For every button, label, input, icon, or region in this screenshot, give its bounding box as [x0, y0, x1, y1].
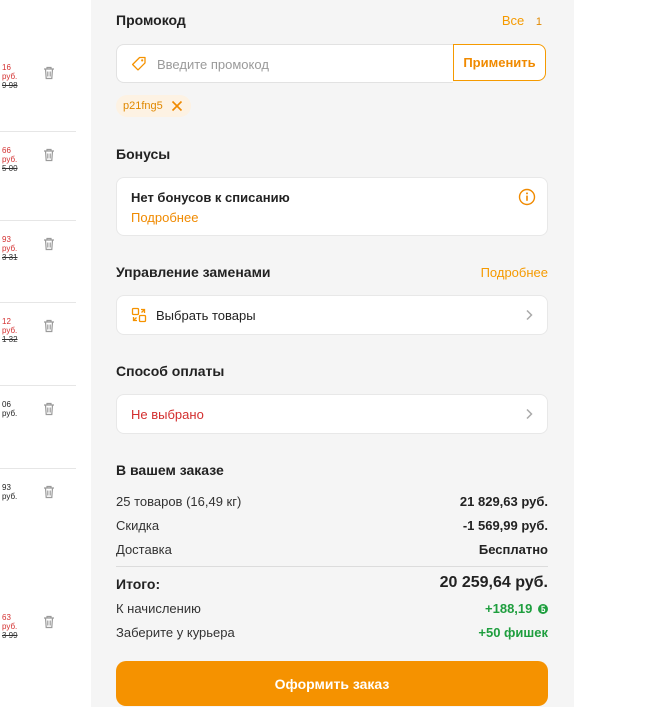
select-items-label: Выбрать товары	[156, 308, 256, 323]
payment-title: Способ оплаты	[116, 363, 225, 379]
summary-items-label: 25 товаров (16,49 кг)	[116, 494, 242, 509]
item-price-new: 16	[2, 63, 11, 72]
bonuses-status: Нет бонусов к списанию	[131, 190, 290, 205]
item-price: 93 руб.	[2, 483, 17, 501]
tag-icon	[131, 56, 146, 71]
summary-delivery-label: Доставка	[116, 542, 172, 557]
summary-divider	[116, 566, 548, 567]
info-icon[interactable]	[518, 188, 536, 206]
item-price-old: 5 00	[2, 164, 18, 173]
bonuses-card: Нет бонусов к списанию Подробнее	[116, 177, 548, 236]
bonus-coin-icon	[538, 604, 548, 614]
cart-item: 66 руб. 5 00	[0, 132, 76, 221]
item-price-old: 3 99	[2, 631, 18, 640]
item-price-unit: руб.	[2, 492, 18, 501]
promo-count-badge: 1	[535, 16, 542, 28]
trash-icon[interactable]	[41, 65, 57, 81]
item-price: 16 руб. 9 98	[2, 63, 18, 90]
select-items-button[interactable]: Выбрать товары	[116, 295, 548, 335]
bonuses-title: Бонусы	[116, 146, 171, 162]
payment-method-select[interactable]: Не выбрано	[116, 394, 548, 434]
summary-accrual-label: К начислению	[116, 601, 201, 616]
trash-icon[interactable]	[41, 236, 57, 252]
summary-courier-label: Заберите у курьера	[116, 625, 235, 640]
summary-accrual: +188,19	[485, 601, 548, 616]
cart-item: 93 руб. 3 31	[0, 221, 76, 303]
item-price-new: 93	[2, 235, 11, 244]
cart-item: 16 руб. 9 98	[0, 0, 76, 132]
checkout-button[interactable]: Оформить заказ	[116, 661, 548, 706]
summary-discount-label: Скидка	[116, 518, 160, 533]
chevron-right-icon	[526, 408, 533, 420]
summary-discount-value: -1 569,99 руб.	[462, 518, 548, 533]
replacements-more-link[interactable]: Подробнее	[481, 265, 548, 280]
applied-promo-code: p21fng5	[123, 100, 163, 112]
summary-total-label: Итого:	[116, 576, 161, 592]
cart-item: 12 руб. 1 32	[0, 303, 76, 386]
item-price-old: 9 98	[2, 81, 18, 90]
cart-item: 93 руб. 63 руб. 3 99	[0, 469, 76, 707]
trash-icon[interactable]	[41, 147, 57, 163]
item-price-unit: руб.	[2, 155, 18, 164]
promo-apply-button[interactable]: Применить	[453, 44, 546, 81]
bonuses-more-link[interactable]: Подробнее	[131, 210, 198, 225]
item-price-old: 3 31	[2, 253, 18, 262]
item-price-old: 1 32	[2, 335, 18, 344]
item-price-unit: руб.	[2, 409, 18, 418]
close-icon[interactable]	[171, 100, 183, 112]
trash-icon[interactable]	[41, 614, 57, 630]
promo-form: Применить	[116, 44, 548, 84]
replacements-title: Управление заменами	[116, 264, 271, 280]
item-price-new: 93	[2, 483, 11, 492]
item-price-unit: руб.	[2, 244, 18, 253]
applied-promo-chip: p21fng5	[116, 95, 191, 117]
item-price-new: 12	[2, 317, 11, 326]
checkout-panel: Промокод Все 1 Применить p21fng5 Бонусы …	[91, 0, 574, 707]
item-price: 66 руб. 5 00	[2, 146, 18, 173]
trash-icon[interactable]	[41, 484, 57, 500]
cart-item: 06 руб.	[0, 386, 76, 469]
promo-title: Промокод	[116, 12, 186, 28]
item-price-unit: руб.	[2, 622, 18, 631]
item-price: 06 руб.	[2, 400, 17, 418]
summary-total-value: 20 259,64 руб.	[439, 574, 548, 591]
trash-icon[interactable]	[41, 318, 57, 334]
payment-status: Не выбрано	[131, 407, 204, 422]
item-price: 63 руб. 3 99	[2, 613, 18, 640]
cart-list: 16 руб. 9 98 66 руб. 5 00 93 руб. 3 31 1…	[0, 0, 76, 707]
summary-delivery-value: Бесплатно	[478, 542, 548, 557]
promo-input-box[interactable]	[116, 44, 453, 84]
summary-title: В вашем заказе	[116, 462, 224, 478]
chevron-right-icon	[526, 309, 533, 321]
summary-accrual-value: +188,19	[485, 601, 533, 616]
item-price-unit: руб.	[2, 72, 18, 81]
promo-all-label: Все	[501, 13, 525, 28]
promo-input[interactable]	[155, 45, 449, 84]
item-price-new: 66	[2, 146, 11, 155]
item-price: 12 руб. 1 32	[2, 317, 18, 344]
swap-icon	[131, 307, 147, 323]
item-price-new: 06	[2, 400, 11, 409]
item-price: 93 руб. 3 31	[2, 235, 18, 262]
summary-courier-value: +50 фишек	[478, 625, 548, 640]
trash-icon[interactable]	[41, 401, 57, 417]
item-price-unit: руб.	[2, 326, 18, 335]
item-price-new: 63	[2, 613, 11, 622]
promo-all-link[interactable]: Все 1	[502, 13, 542, 28]
summary-items-value: 21 829,63 руб.	[459, 494, 548, 509]
